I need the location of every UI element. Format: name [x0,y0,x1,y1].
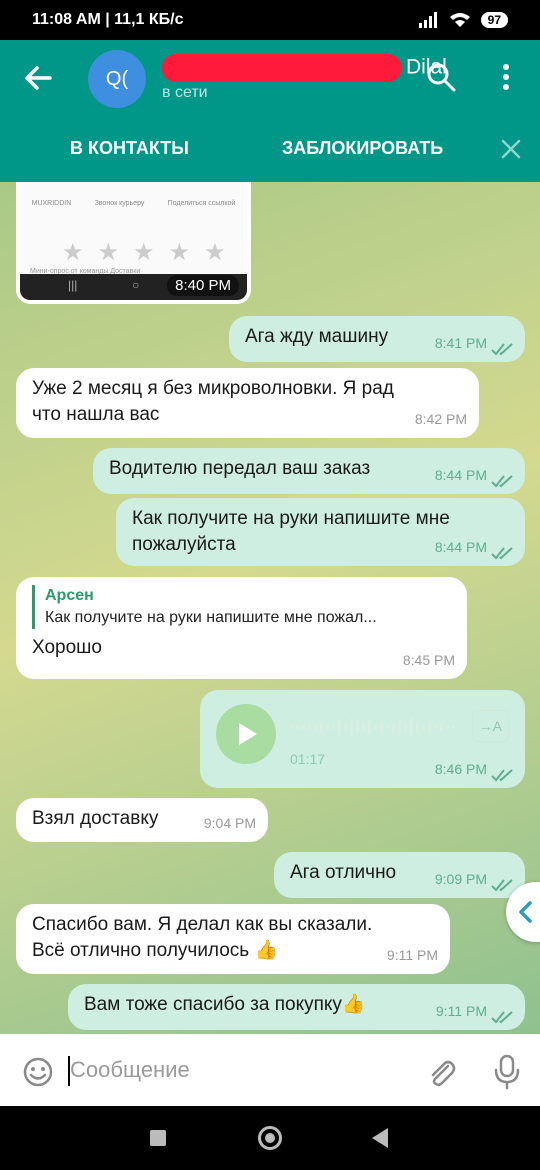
voice-duration: 01:17 [290,751,326,767]
message-text: Всё отлично получилось 👍 [32,940,279,961]
back-arrow-icon[interactable] [22,62,54,94]
message-time: 8:40 PM [167,275,239,296]
microphone-icon[interactable] [494,1054,520,1090]
message-text: Водителю передал ваш заказ [109,458,371,479]
message-text: Взял доставку [32,808,159,829]
home-button[interactable] [258,1126,282,1150]
image-message[interactable]: MUXRIDDIN Звонок курьеру Поделиться ссыл… [16,182,251,304]
voice-message[interactable]: →A 01:17 8:46 PM [200,690,525,788]
outgoing-message[interactable]: Ага жду машину 8:41 PM [229,316,525,362]
battery-indicator: 97 [480,12,508,28]
attach-icon[interactable] [426,1056,456,1088]
message-time: 9:09 PM [434,871,487,887]
avatar[interactable]: Q( [88,50,146,108]
image-label: Поделиться ссылкой [167,200,236,207]
read-ticks-icon [491,343,513,356]
message-text: Вам тоже спасибо за покупку👍 [84,994,366,1015]
message-time: 8:44 PM [434,467,487,483]
message-time: 9:11 PM [435,1003,487,1019]
incoming-message[interactable]: Уже 2 месяц я без микроволновки. Я рад ч… [16,368,479,438]
message-time: 8:45 PM [402,652,455,668]
message-list[interactable]: MUXRIDDIN Звонок курьеру Поделиться ссыл… [0,182,540,1034]
chat-status: в сети [162,84,208,101]
back-button[interactable] [372,1128,388,1148]
reply-text: Как получите на руки напишите мне пожал.… [45,609,377,626]
message-text: Как получите на руки напишите мне [132,508,450,529]
outgoing-message[interactable]: Водителю передал ваш заказ 8:44 PM [93,448,525,494]
read-ticks-icon [491,1011,513,1024]
chat-name[interactable]: Dilal [162,54,447,82]
incoming-message[interactable]: Спасибо вам. Я делал как вы сказали. Всё… [16,904,450,974]
message-time: 9:04 PM [203,815,256,831]
chevron-left-icon [519,901,532,923]
message-time: 8:42 PM [414,411,467,427]
status-icons: 97 [418,12,508,28]
recents-button[interactable] [150,1130,166,1146]
message-text: Спасибо вам. Я делал как вы сказали. [32,914,373,935]
chat-header: Q( Dilal в сети [0,40,540,116]
read-ticks-icon [491,879,513,892]
search-icon[interactable] [426,62,456,92]
message-time: 8:41 PM [434,335,487,351]
image-labels: MUXRIDDIN Звонок курьеру Поделиться ссыл… [20,182,247,230]
message-text: Хорошо [32,637,102,658]
network-speed: 11,1 КБ/с [114,11,184,28]
screenshot-image: MUXRIDDIN Звонок курьеру Поделиться ссыл… [20,182,247,300]
status-separator: | [100,11,115,28]
add-contact-button[interactable]: В КОНТАКТЫ [70,138,189,159]
message-text: Уже 2 месяц я без микроволновки. Я рад [32,378,394,399]
signal-icon [418,12,437,28]
play-button[interactable] [216,704,276,764]
status-bar: 11:08 AM | 11,1 КБ/с 97 [0,0,540,40]
emoji-icon[interactable] [22,1056,54,1088]
read-ticks-icon [491,769,513,782]
read-ticks-icon [491,547,513,560]
image-label: MUXRIDDIN [31,200,72,207]
redaction-mark [162,54,402,82]
reply-quote[interactable]: Арсен Как получите на руки напишите мне … [32,585,451,629]
message-input[interactable] [70,1052,400,1088]
reply-author: Арсен [45,587,94,604]
incoming-message[interactable]: Взял доставку 9:04 PM [16,798,268,842]
close-icon[interactable] [500,138,522,160]
outgoing-message[interactable]: Вам тоже спасибо за покупку👍 9:11 PM [68,984,525,1030]
more-vert-icon[interactable] [496,62,516,92]
message-text: Ага жду машину [245,326,389,347]
outgoing-message[interactable]: Ага отлично 9:09 PM [274,852,525,898]
message-time: 9:11 PM [386,947,438,963]
outgoing-message[interactable]: Как получите на руки напишите мне пожалу… [116,498,525,566]
read-ticks-icon [491,475,513,488]
message-composer [0,1034,540,1106]
system-nav-bar [0,1106,540,1170]
status-time: 11:08 AM [32,11,101,28]
block-button[interactable]: ЗАБЛОКИРОВАТЬ [282,138,443,159]
message-time: 8:46 PM [434,761,487,777]
message-text: Ага отлично [290,862,397,883]
transcribe-button[interactable]: →A [471,710,509,742]
play-icon [239,723,257,745]
message-text: что нашла вас [32,404,160,425]
image-label: Звонок курьеру [94,200,145,207]
waveform[interactable] [290,716,460,738]
wifi-icon [449,13,470,27]
incoming-message[interactable]: Арсен Как получите на руки напишите мне … [16,577,467,679]
message-time: 8:44 PM [434,539,487,555]
rating-stars: ★ ★ ★ ★ ★ [62,239,226,266]
contact-action-bar: В КОНТАКТЫ ЗАБЛОКИРОВАТЬ [0,116,540,182]
